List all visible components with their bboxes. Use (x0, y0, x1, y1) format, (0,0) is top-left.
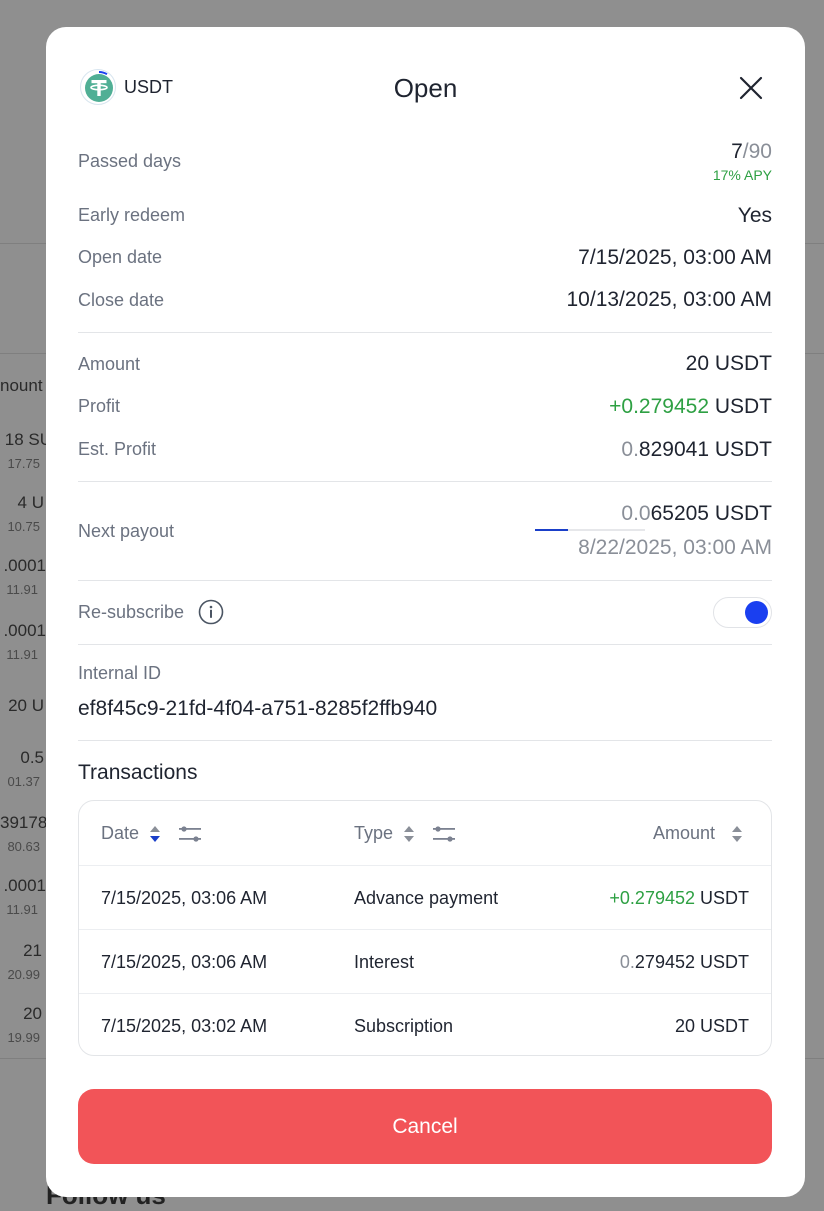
bg-amount-header: nount (0, 376, 43, 395)
bg-row-main: 20 U (8, 696, 44, 715)
sort-icon[interactable] (403, 824, 415, 844)
tx-amount-rest: USDT (695, 888, 749, 908)
est-profit-dim: 0. (621, 438, 639, 461)
next-payout-dim: 0.0 (621, 502, 651, 525)
est-profit-label: Est. Profit (78, 439, 157, 459)
tx-amount: 20 USDT (674, 994, 749, 1055)
bg-row-main: 21 (23, 941, 42, 960)
sort-icon[interactable] (149, 824, 161, 844)
bg-row-sub: 11.91 (6, 582, 38, 597)
tx-type: Subscription (354, 1016, 454, 1036)
type-header-label: Type (354, 823, 394, 843)
apy-badge: 17% APY (712, 167, 772, 183)
next-payout-main: 65205 USDT (650, 502, 772, 525)
next-payout-value: 0.065205 USDT (621, 502, 772, 526)
close-date-value: 10/13/2025, 03:00 AM (566, 288, 773, 311)
divider (78, 580, 772, 581)
close-date-label: Close date (78, 290, 165, 310)
bg-row-sub: 20.99 (7, 967, 40, 982)
divider (78, 481, 772, 482)
tx-type: Advance payment (354, 888, 499, 908)
filter-icon[interactable] (433, 826, 456, 842)
info-icon[interactable] (198, 599, 224, 625)
date-header-label: Date (101, 823, 140, 843)
internal-id-value: ef8f45c9-21fd-4f04-a751-8285f2ffb940 (78, 697, 438, 720)
payout-progress-bar (535, 529, 645, 531)
cancel-button[interactable]: Cancel (78, 1089, 772, 1164)
amount-label: Amount (78, 354, 141, 374)
column-header-amount[interactable]: Amount (653, 801, 743, 865)
next-payout-date: 8/22/2025, 03:00 AM (578, 536, 772, 559)
tx-amount: 0.279452 USDT (620, 930, 749, 994)
profit-unit: USDT (709, 395, 772, 418)
tx-amount-rest: 279452 USDT (634, 952, 749, 972)
profit-amount: +0.279452 (609, 395, 709, 418)
open-date-label: Open date (78, 247, 163, 267)
column-header-type[interactable]: Type (354, 801, 456, 865)
table-row: 7/15/2025, 03:06 AM Advance payment +0.2… (79, 865, 771, 930)
tx-date: 7/15/2025, 03:06 AM (101, 952, 268, 972)
modal-title: Open (393, 73, 458, 103)
passed-days-label: Passed days (78, 151, 182, 171)
table-row: 7/15/2025, 03:06 AM Interest 0.279452 US… (79, 929, 771, 994)
bg-row-sub: 11.91 (6, 647, 38, 662)
resubscribe-label: Re-subscribe (78, 602, 185, 622)
est-profit-value: 0.829041 USDT (621, 438, 772, 462)
tx-amount-rest: 20 USDT (674, 1016, 749, 1036)
amount-header-label: Amount (652, 823, 715, 843)
divider (78, 644, 772, 645)
transactions-table: Date Type Amount 7/15/2025, 03:06 AM Adv… (78, 800, 772, 1056)
divider (78, 332, 772, 333)
profit-label: Profit (78, 396, 121, 416)
passed-days-value: 7/90 (731, 140, 772, 164)
subscription-details-modal: USDT Open Passed days 7/90 17% APY Early… (46, 27, 805, 1197)
bg-row-main: .0001 (3, 876, 46, 895)
next-payout-label: Next payout (78, 521, 175, 541)
bg-row-sub: 80.63 (7, 839, 40, 854)
early-redeem-value: Yes (737, 204, 772, 227)
sort-icon[interactable] (731, 824, 743, 844)
tx-date: 7/15/2025, 03:02 AM (101, 1016, 268, 1036)
toggle-knob (745, 601, 768, 624)
bg-row-sub: 01.37 (7, 774, 40, 789)
amount-value: 20 USDT (685, 352, 772, 375)
bg-row-sub: 11.91 (6, 902, 38, 917)
bg-row-main: .0001 (3, 556, 46, 575)
tx-amount: +0.279452 USDT (609, 866, 749, 930)
divider (78, 740, 772, 741)
internal-id-label: Internal ID (78, 663, 162, 683)
bg-row-main: 0.5 (20, 748, 44, 767)
open-date-value: 7/15/2025, 03:00 AM (578, 246, 772, 269)
resubscribe-toggle[interactable] (713, 597, 772, 628)
bg-row-sub: 10.75 (7, 519, 40, 534)
passed-days-current: 7 (731, 140, 743, 163)
bg-row-main: 39178 (0, 813, 48, 832)
tx-amount-colored: +0.279452 (609, 888, 695, 908)
bg-row-main: 4 U (17, 493, 44, 512)
tx-type: Interest (354, 952, 415, 972)
table-row: 7/15/2025, 03:02 AM Subscription 20 USDT (79, 993, 771, 1055)
est-profit-main: 829041 USDT (638, 438, 772, 461)
tx-date: 7/15/2025, 03:06 AM (101, 888, 268, 908)
passed-days-total: /90 (742, 140, 772, 163)
filter-icon[interactable] (179, 826, 202, 842)
tx-amount-dim: 0. (619, 952, 635, 972)
early-redeem-label: Early redeem (78, 205, 186, 225)
bg-row-sub: 17.75 (7, 456, 40, 471)
bg-row-sub: 19.99 (7, 1030, 40, 1045)
modal-header: USDT Open (46, 27, 805, 147)
close-button[interactable] (738, 75, 764, 101)
bg-row-main: 18 SU (4, 430, 52, 449)
payout-progress-fill (535, 529, 568, 531)
bg-row-main: .0001 (3, 621, 46, 640)
close-icon (739, 76, 763, 100)
bg-row-main: 20 (23, 1004, 42, 1023)
transactions-title: Transactions (78, 761, 198, 784)
column-header-date[interactable]: Date (101, 801, 202, 865)
profit-value: +0.279452 USDT (609, 395, 772, 419)
